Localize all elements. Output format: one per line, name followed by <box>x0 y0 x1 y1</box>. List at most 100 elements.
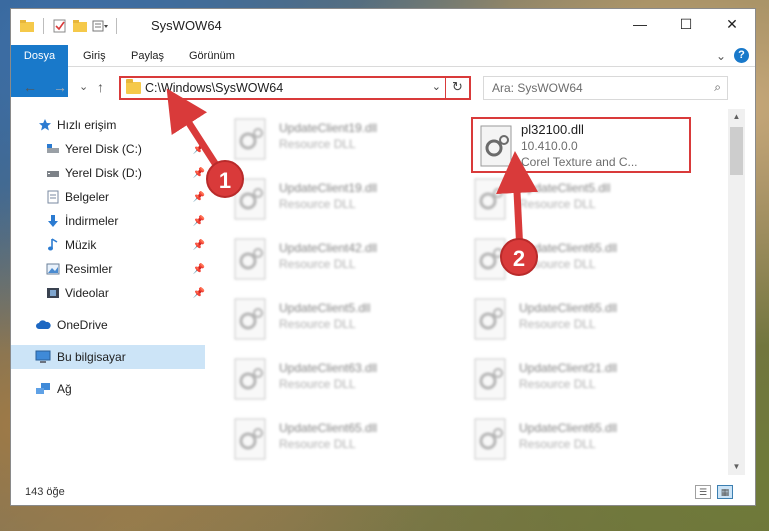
sidebar-item-label: Resimler <box>65 262 113 276</box>
file-description: Resource DLL <box>279 437 356 451</box>
scroll-thumb[interactable] <box>730 127 743 175</box>
dll-file-icon <box>234 298 266 340</box>
file-item[interactable]: UpdateClient19.dll Resource DLL <box>207 113 427 165</box>
quick-access-toolbar <box>19 18 121 34</box>
sidebar-item-label: Hızlı erişim <box>57 118 117 132</box>
new-folder-icon[interactable] <box>72 19 88 33</box>
dll-file-icon <box>474 358 506 400</box>
file-version: 10.410.0.0 <box>521 139 578 153</box>
close-button[interactable]: ✕ <box>709 9 755 39</box>
file-item[interactable]: UpdateClient65.dll Resource DLL <box>447 233 667 285</box>
selected-file-item[interactable]: pl32100.dll 10.410.0.0 Corel Texture and… <box>471 117 691 173</box>
file-name: UpdateClient63.dll <box>279 361 378 375</box>
pin-icon[interactable]: 📌 <box>193 168 205 179</box>
sidebar-item-quick-access[interactable]: Hızlı erişim <box>11 113 205 137</box>
window-controls: — ☐ ✕ <box>617 9 755 39</box>
vertical-scrollbar[interactable]: ▲ ▼ <box>728 109 745 475</box>
status-bar: 143 öğe ☰ ▦ <box>11 483 755 505</box>
file-item[interactable]: UpdateClient5.dll Resource DLL <box>447 173 667 225</box>
file-name: UpdateClient65.dll <box>519 421 618 435</box>
annotation-badge-2: 2 <box>500 238 538 276</box>
file-name: UpdateClient19.dll <box>279 181 378 195</box>
sidebar-item-documents[interactable]: Belgeler 📌 <box>11 185 205 209</box>
view-switcher: ☰ ▦ <box>695 485 733 499</box>
tab-giris[interactable]: Giriş <box>83 45 106 67</box>
file-name: UpdateClient65.dll <box>519 301 618 315</box>
tab-gorunum[interactable]: Görünüm <box>189 45 235 67</box>
file-item[interactable]: UpdateClient65.dll Resource DLL <box>447 293 667 345</box>
explorer-window: SysWOW64 — ☐ ✕ Dosya Giriş Paylaş Görünü… <box>10 8 756 506</box>
expand-ribbon-button[interactable]: ⌄ <box>716 49 726 63</box>
file-description: Resource DLL <box>519 437 596 451</box>
file-item[interactable]: UpdateClient65.dll Resource DLL <box>447 413 667 465</box>
file-item[interactable]: UpdateClient42.dll Resource DLL <box>207 233 427 285</box>
file-item[interactable]: UpdateClient21.dll Resource DLL <box>447 353 667 405</box>
search-placeholder: Ara: SysWOW64 <box>492 81 583 95</box>
sidebar-item-this-pc[interactable]: Bu bilgisayar <box>11 345 205 369</box>
tiles-view-button[interactable]: ▦ <box>717 485 733 499</box>
file-description: Resource DLL <box>519 197 596 211</box>
pin-icon[interactable]: 📌 <box>193 264 205 275</box>
sidebar-item-onedrive[interactable]: OneDrive <box>11 313 205 337</box>
pin-icon[interactable]: 📌 <box>193 240 205 251</box>
scroll-up-button[interactable]: ▲ <box>728 109 745 125</box>
cloud-icon <box>35 318 51 332</box>
address-bar[interactable]: C:\Windows\SysWOW64 ⌄ ↻ <box>119 76 471 100</box>
sidebar-item-disk-d[interactable]: Yerel Disk (D:) 📌 <box>11 161 205 185</box>
file-list: UpdateClient19.dll Resource DLL UpdateCl… <box>207 109 727 475</box>
sidebar-item-label: Videolar <box>65 286 109 300</box>
sidebar-item-disk-c[interactable]: Yerel Disk (C:) 📌 <box>11 137 205 161</box>
properties-icon[interactable] <box>52 19 68 33</box>
star-icon <box>37 118 53 132</box>
dll-file-icon <box>234 418 266 460</box>
search-icon: ⌕ <box>714 80 721 94</box>
pictures-icon <box>45 262 61 276</box>
file-name: pl32100.dll <box>521 122 584 137</box>
file-item[interactable]: UpdateClient63.dll Resource DLL <box>207 353 427 405</box>
back-button[interactable]: ← <box>23 79 37 95</box>
pin-icon[interactable]: 📌 <box>193 192 205 203</box>
forward-button[interactable]: → <box>53 79 67 95</box>
maximize-button[interactable]: ☐ <box>663 9 709 39</box>
address-dropdown-button[interactable]: ⌄ <box>432 80 441 93</box>
navigation-bar: ← → ⌄ ↑ C:\Windows\SysWOW64 ⌄ ↻ Ara: Sys… <box>11 71 755 103</box>
sidebar-item-label: Yerel Disk (C:) <box>65 142 142 156</box>
sidebar-item-downloads[interactable]: İndirmeler 📌 <box>11 209 205 233</box>
refresh-button[interactable]: ↻ <box>445 76 469 100</box>
drive-icon <box>45 142 61 156</box>
sidebar-item-label: Belgeler <box>65 190 110 204</box>
dll-file-icon <box>234 238 266 280</box>
computer-icon <box>35 350 51 364</box>
file-item[interactable]: UpdateClient5.dll Resource DLL <box>207 293 427 345</box>
file-description: Resource DLL <box>519 317 596 331</box>
search-input[interactable]: Ara: SysWOW64 ⌕ <box>483 76 728 100</box>
sidebar-item-videos[interactable]: Videolar 📌 <box>11 281 205 305</box>
minimize-button[interactable]: — <box>617 9 663 39</box>
file-item[interactable]: UpdateClient65.dll Resource DLL <box>207 413 427 465</box>
folder-icon <box>126 79 141 94</box>
details-view-button[interactable]: ☰ <box>695 485 711 499</box>
file-name: UpdateClient5.dll <box>279 301 371 315</box>
recent-locations-button[interactable]: ⌄ <box>79 80 88 93</box>
folder-icon[interactable] <box>19 19 35 33</box>
file-name: UpdateClient19.dll <box>279 121 378 135</box>
file-name: UpdateClient65.dll <box>279 421 378 435</box>
tab-paylas[interactable]: Paylaş <box>131 45 164 67</box>
file-name: UpdateClient21.dll <box>519 361 618 375</box>
sidebar-item-pictures[interactable]: Resimler 📌 <box>11 257 205 281</box>
customize-toolbar-icon[interactable] <box>92 19 108 33</box>
scroll-down-button[interactable]: ▼ <box>728 459 745 475</box>
up-button[interactable]: ↑ <box>97 79 104 95</box>
dll-file-icon <box>474 418 506 460</box>
music-icon <box>45 238 61 252</box>
address-path[interactable]: C:\Windows\SysWOW64 <box>145 81 283 95</box>
pin-icon[interactable]: 📌 <box>193 288 205 299</box>
help-button[interactable]: ? <box>734 48 749 63</box>
sidebar-item-label: İndirmeler <box>65 214 119 228</box>
sidebar-item-music[interactable]: Müzik 📌 <box>11 233 205 257</box>
sidebar-item-label: Ağ <box>57 382 72 396</box>
sidebar-item-network[interactable]: Ağ <box>11 377 205 401</box>
pin-icon[interactable]: 📌 <box>193 144 205 155</box>
network-icon <box>35 382 51 396</box>
pin-icon[interactable]: 📌 <box>193 216 205 227</box>
